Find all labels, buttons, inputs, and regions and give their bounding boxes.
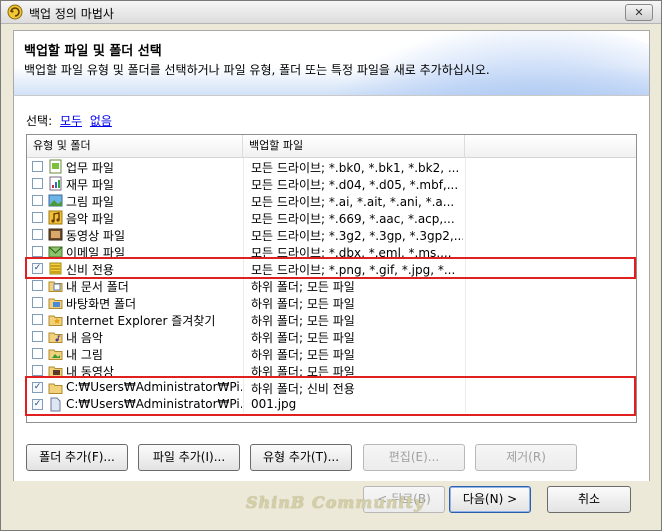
item-files: 하위 폴더; 모든 파일 (251, 331, 355, 345)
list-item[interactable]: 바탕화면 폴더 하위 폴더; 모든 파일 (27, 294, 636, 311)
item-name: 재무 파일 (66, 178, 114, 192)
column-header-files[interactable]: 백업할 파일 (243, 135, 465, 157)
item-files: 모든 드라이브; *.bk0, *.bk1, *.bk2, ... (251, 161, 460, 175)
highlight-box-custom-type (25, 257, 636, 279)
item-name: 업무 파일 (66, 161, 114, 175)
item-checkbox[interactable] (32, 246, 43, 257)
item-name: 내 그림 (66, 348, 103, 362)
item-checkbox[interactable] (32, 348, 43, 359)
remove-button[interactable]: 제거(R) (475, 444, 577, 471)
list-item[interactable]: 재무 파일 모든 드라이브; *.d04, *.d05, *.mbf,... (27, 175, 636, 192)
item-name: 그림 파일 (66, 195, 114, 209)
list-item[interactable]: Internet Explorer 즐겨찾기 하위 폴더; 모든 파일 (27, 311, 636, 328)
image-file-icon (48, 194, 63, 207)
item-files: 모든 드라이브; *.d04, *.d05, *.mbf,... (251, 178, 459, 192)
list-item[interactable]: 내 문서 폴더 하위 폴더; 모든 파일 (27, 277, 636, 294)
content-panel: 선택: 모두 없음 유형 및 폴더 백업할 파일 업무 파일모든 드라이브; *… (13, 95, 650, 483)
backup-wizard-window: 백업 정의 마법사 ✕ 백업할 파일 및 폴더 선택 백업할 파일 유형 및 폴… (0, 0, 662, 531)
list-item[interactable]: 내 음악 하위 폴더; 모든 파일 (27, 328, 636, 345)
add-file-button[interactable]: 파일 추가(I)... (138, 444, 240, 471)
item-checkbox[interactable] (32, 280, 43, 291)
item-name: 바탕화면 폴더 (66, 297, 137, 311)
edit-button[interactable]: 편집(E)... (363, 444, 465, 471)
watermark-text: ShinB Community (246, 493, 425, 512)
backup-app-icon (7, 4, 23, 20)
item-checkbox[interactable] (32, 161, 43, 172)
item-name: 동영상 파일 (66, 229, 126, 243)
list-item[interactable]: 업무 파일 모든 드라이브; *.bk0, *.bk1, *.bk2, ... (27, 158, 636, 175)
video-file-icon (48, 228, 63, 241)
item-files: 하위 폴더; 모든 파일 (251, 348, 355, 362)
item-checkbox[interactable] (32, 178, 43, 189)
add-type-button[interactable]: 유형 추가(T)... (250, 444, 352, 471)
list-item[interactable]: 그림 파일 모든 드라이브; *.ai, *.ait, *.ani, *.a... (27, 192, 636, 209)
pictures-folder-icon (48, 349, 63, 360)
desktop-folder-icon (48, 298, 63, 309)
item-checkbox[interactable] (32, 297, 43, 308)
add-folder-button[interactable]: 폴더 추가(F)... (26, 444, 128, 471)
item-files: 하위 폴더; 모든 파일 (251, 280, 355, 294)
item-checkbox[interactable] (32, 229, 43, 240)
item-files: 모든 드라이브; *.ai, *.ait, *.ani, *.a... (251, 195, 455, 209)
page-description: 백업할 파일 유형 및 폴더를 선택하거나 파일 유형, 폴더 또는 특정 파일… (24, 63, 490, 77)
item-files: 하위 폴더; 모든 파일 (251, 314, 355, 328)
item-files: 하위 폴더; 모든 파일 (251, 297, 355, 311)
item-name: 음악 파일 (66, 212, 114, 226)
item-name: Internet Explorer 즐겨찾기 (66, 314, 216, 328)
column-header-type[interactable]: 유형 및 폴더 (27, 135, 243, 157)
column-header-empty[interactable] (465, 135, 636, 157)
list-item[interactable]: 동영상 파일 모든 드라이브; *.3g2, *.3gp, *.3gp2,... (27, 226, 636, 243)
documents-folder-icon (48, 281, 63, 292)
select-all-link[interactable]: 모두 (60, 114, 82, 128)
page-title: 백업할 파일 및 폴더 선택 (24, 44, 162, 59)
title-bar[interactable]: 백업 정의 마법사 ✕ (1, 1, 661, 24)
item-name: 내 음악 (66, 331, 103, 345)
close-button[interactable]: ✕ (625, 4, 653, 21)
next-button[interactable]: 다음(N) > (449, 486, 531, 513)
item-checkbox[interactable] (32, 212, 43, 223)
music-file-icon (48, 210, 63, 225)
item-files: 모든 드라이브; *.3g2, *.3gp, *.3gp2,... (251, 229, 463, 243)
list-header: 유형 및 폴더 백업할 파일 (27, 135, 636, 158)
finance-file-icon (49, 176, 62, 191)
window-title: 백업 정의 마법사 (29, 7, 114, 21)
cancel-button[interactable]: 취소 (547, 486, 631, 513)
list-rows: 업무 파일 모든 드라이브; *.bk0, *.bk1, *.bk2, ... 재무… (27, 158, 636, 413)
business-file-icon (49, 159, 62, 174)
favorites-folder-icon (48, 315, 63, 326)
select-bar: 선택: 모두 없음 (26, 112, 112, 129)
select-none-link[interactable]: 없음 (90, 114, 112, 128)
item-checkbox[interactable] (32, 365, 43, 376)
item-files: 모든 드라이브; *.669, *.aac, *.acp,... (251, 212, 455, 226)
highlight-box-custom-paths (25, 376, 636, 416)
music-folder-icon (48, 332, 63, 343)
item-checkbox[interactable] (32, 195, 43, 206)
wizard-header: 백업할 파일 및 폴더 선택 백업할 파일 유형 및 폴더를 선택하거나 파일 … (13, 30, 650, 96)
item-checkbox[interactable] (32, 331, 43, 342)
list-item[interactable]: 내 그림 하위 폴더; 모든 파일 (27, 345, 636, 362)
list-item[interactable]: 음악 파일 모든 드라이브; *.669, *.aac, *.acp,... (27, 209, 636, 226)
select-label: 선택: (26, 114, 53, 128)
item-checkbox[interactable] (32, 314, 43, 325)
item-name: 내 문서 폴더 (66, 280, 129, 294)
